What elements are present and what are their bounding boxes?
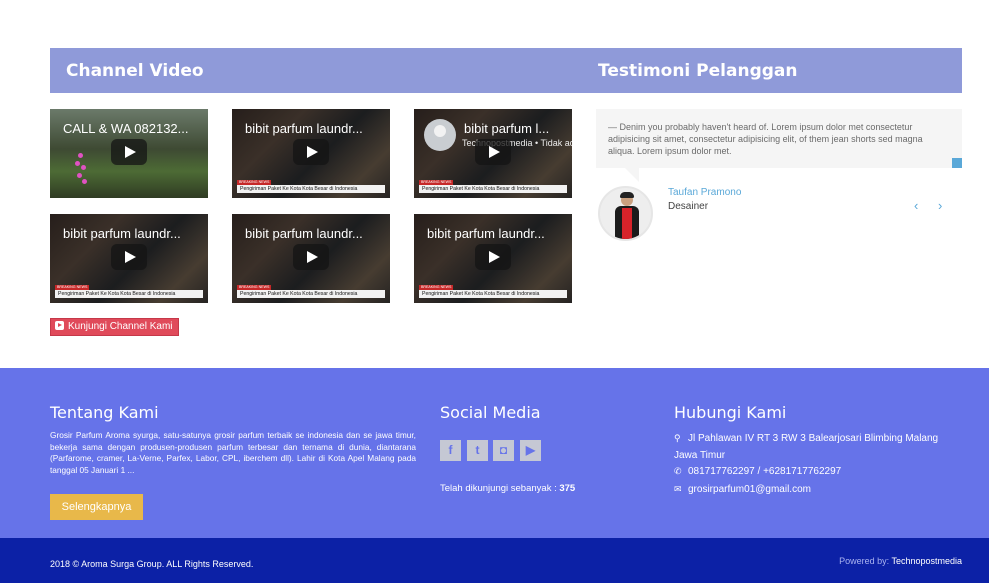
testimonial-avatar [598, 186, 653, 241]
visit-channel-label: Kunjungi Channel Kami [68, 321, 173, 332]
news-ticker: BREAKING NEWS Pengiriman Paket Ke Kota K… [237, 285, 385, 299]
video-title: CALL & WA 082132... [63, 121, 189, 136]
read-more-button[interactable]: Selengkapnya [50, 494, 143, 520]
video-thumbnail-2[interactable]: bibit parfum laundr... BREAKING NEWS Pen… [232, 109, 390, 198]
youtube-icon [55, 321, 64, 330]
testimoni-heading: Testimoni Pelanggan [598, 61, 798, 81]
video-title: bibit parfum laundr... [63, 226, 181, 241]
news-caption: Pengiriman Paket Ke Kota Kota Besar di I… [419, 185, 567, 193]
map-marker-icon: ⚲ [674, 433, 681, 443]
section-header-band: Channel Video Testimoni Pelanggan [50, 48, 962, 93]
chevron-right-icon[interactable]: › [938, 198, 942, 213]
email-text[interactable]: grosirparfum01@gmail.com [688, 484, 811, 495]
news-caption: Pengiriman Paket Ke Kota Kota Besar di I… [237, 185, 385, 193]
visit-counter: Telah dikunjungi sebanyak : 375 [440, 483, 575, 494]
about-text: Grosir Parfum Aroma syurga, satu-satunya… [50, 430, 416, 475]
address-text: Jl Pahlawan IV RT 3 RW 3 Balearjosari Bl… [674, 433, 939, 461]
play-icon[interactable] [475, 139, 511, 165]
powered-by: Powered by: Technopostmedia [839, 556, 962, 566]
instagram-icon[interactable]: ◘ [493, 440, 514, 461]
play-icon[interactable] [475, 244, 511, 270]
powered-by-link[interactable]: Technopostmedia [891, 556, 962, 566]
news-ticker: BREAKING NEWS Pengiriman Paket Ke Kota K… [419, 285, 567, 299]
video-thumbnail-3[interactable]: bibit parfum l... Technopostmedia • Tida… [414, 109, 572, 198]
video-title: bibit parfum laundr... [245, 121, 363, 136]
video-title: bibit parfum laundr... [427, 226, 545, 241]
video-title: bibit parfum l... [464, 121, 550, 136]
news-caption: Pengiriman Paket Ke Kota Kota Besar di I… [237, 290, 385, 298]
footer: Tentang Kami Grosir Parfum Aroma syurga,… [0, 368, 989, 538]
channel-video-heading: Channel Video [66, 61, 204, 81]
news-caption: Pengiriman Paket Ke Kota Kota Besar di I… [419, 290, 567, 298]
facebook-icon[interactable]: f [440, 440, 461, 461]
visit-counter-value: 375 [559, 483, 576, 494]
play-icon[interactable] [111, 139, 147, 165]
twitter-icon[interactable]: t [467, 440, 488, 461]
flower-decoration [74, 151, 88, 195]
visit-counter-label: Telah dikunjungi sebanyak : [440, 483, 557, 494]
play-icon[interactable] [293, 139, 329, 165]
testimonial-role: Desainer [668, 201, 709, 212]
news-ticker: BREAKING NEWS Pengiriman Paket Ke Kota K… [237, 180, 385, 194]
channel-avatar-icon [424, 119, 456, 151]
video-thumbnail-6[interactable]: bibit parfum laundr... BREAKING NEWS Pen… [414, 214, 572, 303]
contact-email: ✉ grosirparfum01@gmail.com [674, 481, 811, 498]
chevron-left-icon[interactable]: ‹ [914, 198, 918, 213]
video-thumbnail-4[interactable]: bibit parfum laundr... BREAKING NEWS Pen… [50, 214, 208, 303]
testimonial-quote: — Denim you probably haven't heard of. L… [608, 122, 923, 156]
testimonial-quote-box: — Denim you probably haven't heard of. L… [596, 109, 962, 168]
contact-address: ⚲ Jl Pahlawan IV RT 3 RW 3 Balearjosari B… [674, 430, 959, 464]
phone-icon: ✆ [674, 466, 682, 476]
bottom-bar: 2018 © Aroma Surga Group. ALL Rights Res… [0, 538, 989, 583]
quote-arrow [625, 168, 639, 182]
news-ticker: BREAKING NEWS Pengiriman Paket Ke Kota K… [419, 180, 567, 194]
visit-channel-button[interactable]: Kunjungi Channel Kami [50, 318, 179, 336]
video-title: bibit parfum laundr... [245, 226, 363, 241]
video-thumbnail-5[interactable]: bibit parfum laundr... BREAKING NEWS Pen… [232, 214, 390, 303]
page: Channel Video Testimoni Pelanggan CALL &… [0, 0, 989, 583]
youtube-icon[interactable]: ▶ [520, 440, 541, 461]
quote-corner-accent [952, 158, 962, 168]
play-icon[interactable] [111, 244, 147, 270]
play-icon[interactable] [293, 244, 329, 270]
powered-by-label: Powered by: [839, 556, 890, 566]
video-thumbnail-1[interactable]: CALL & WA 082132... [50, 109, 208, 198]
news-ticker: BREAKING NEWS Pengiriman Paket Ke Kota K… [55, 285, 203, 299]
news-caption: Pengiriman Paket Ke Kota Kota Besar di I… [55, 290, 203, 298]
phone-text: 081717762297 / +6281717762297 [688, 466, 842, 477]
about-heading: Tentang Kami [50, 403, 159, 422]
social-media-heading: Social Media [440, 403, 541, 422]
copyright-text: 2018 © Aroma Surga Group. ALL Rights Res… [50, 559, 254, 569]
contact-phone: ✆ 081717762297 / +6281717762297 [674, 463, 841, 480]
contact-heading: Hubungi Kami [674, 403, 787, 422]
testimonial-name: Taufan Pramono [668, 187, 742, 198]
envelope-icon: ✉ [674, 484, 682, 494]
